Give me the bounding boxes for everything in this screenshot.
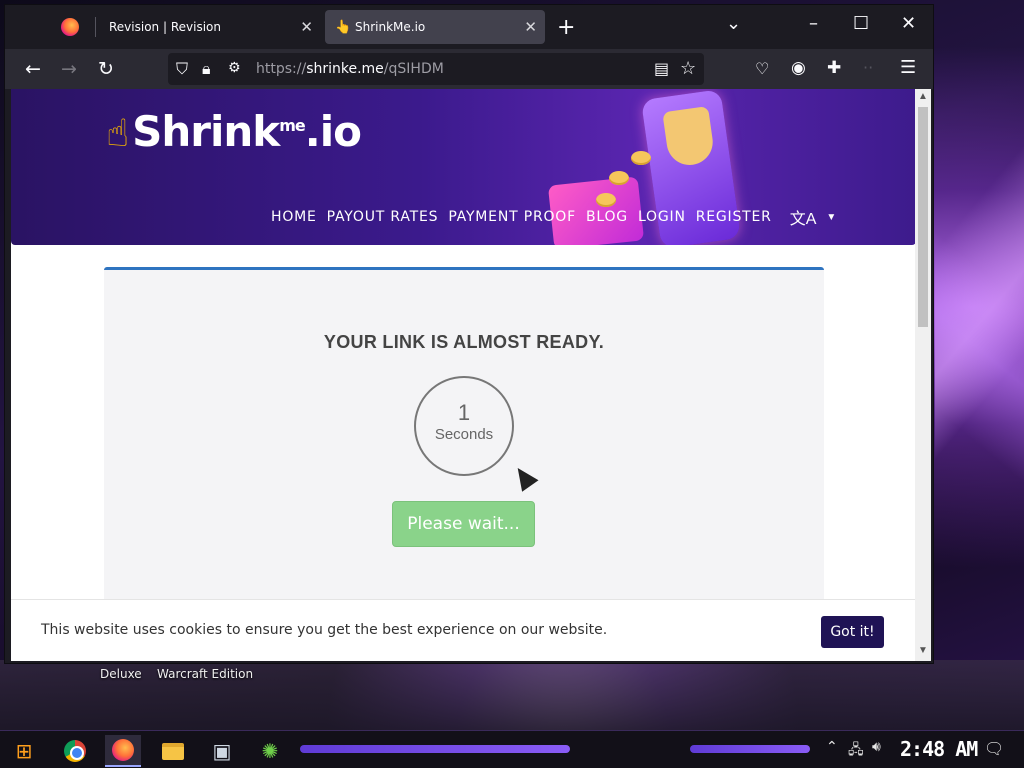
tab-revision[interactable]: Revision | Revision ✕ <box>97 10 321 44</box>
url-host: shrinke.me <box>306 61 384 77</box>
chevron-down-icon[interactable]: ▼ <box>826 212 836 223</box>
tray-expand-chevron-icon[interactable]: ⌃ <box>826 739 838 755</box>
desktop-label-warcraft-edition[interactable]: Warcraft Edition <box>157 667 253 681</box>
taskbar: ⊞ ▣ ✺ ⌃ 🖧︎ 🔊︎ 2:48 AM 🗨︎ <box>0 730 1024 768</box>
minimize-icon[interactable]: – <box>809 13 818 34</box>
coin-icon <box>609 171 629 185</box>
coin-icon <box>631 151 651 165</box>
page-viewport: ☝Shrinkme.io HOME PAYOUT RATES PAYMENT P… <box>11 89 921 661</box>
image-viewer-icon[interactable]: ▣ <box>204 735 240 767</box>
network-app-icon[interactable]: ✺ <box>252 735 288 767</box>
scrollbar-thumb[interactable] <box>918 107 928 327</box>
file-explorer-icon[interactable] <box>155 735 191 767</box>
close-tab-icon[interactable]: ✕ <box>300 18 313 36</box>
taskbar-decoration <box>690 745 810 753</box>
site-header: ☝Shrinkme.io HOME PAYOUT RATES PAYMENT P… <box>11 89 916 245</box>
close-window-icon[interactable]: ✕ <box>901 13 916 34</box>
nav-payment-proof[interactable]: PAYMENT PROOF <box>448 209 576 225</box>
logo-text: Shrink <box>132 107 280 156</box>
tab-title: Revision | Revision <box>109 20 221 34</box>
nav-register[interactable]: REGISTER <box>696 209 772 225</box>
taskbar-decoration <box>300 745 570 753</box>
cookie-accept-button[interactable]: Got it! <box>821 616 884 648</box>
site-nav: HOME PAYOUT RATES PAYMENT PROOF BLOG LOG… <box>271 205 836 229</box>
lock-icon[interactable]: 🔒︎ <box>202 61 211 77</box>
please-wait-button[interactable]: Please wait... <box>392 501 535 547</box>
nav-home[interactable]: HOME <box>271 209 317 225</box>
url-path: /qSIHDM <box>383 61 444 77</box>
chrome-logo <box>64 740 86 762</box>
page-scrollbar[interactable]: ▲ ▼ <box>915 89 931 661</box>
tab-list-chevron-icon[interactable]: ⌄ <box>726 13 741 34</box>
desktop-label-deluxe[interactable]: Deluxe <box>100 667 142 681</box>
language-translate-icon[interactable]: 文A <box>790 205 817 229</box>
pointing-hand-icon: ☝ <box>106 111 129 155</box>
countdown-timer: 1 Seconds <box>414 376 514 476</box>
link-ready-heading: YOUR LINK IS ALMOST READY. <box>323 332 605 352</box>
tab-bar: Revision | Revision ✕ 👆 ShrinkMe.io ✕ + … <box>5 5 933 49</box>
firefox-logo <box>112 739 134 761</box>
reload-icon[interactable]: ↻ <box>98 60 114 79</box>
url-text[interactable]: https://shrinke.me/qSIHDM <box>256 61 444 77</box>
account-icon[interactable]: ◉ <box>791 60 806 77</box>
firefox-menu-icon[interactable] <box>61 18 79 36</box>
countdown-value: 1 <box>457 400 471 425</box>
logo-suffix: .io <box>304 107 362 156</box>
notifications-icon[interactable]: 🗨︎ <box>984 739 1004 758</box>
folder-glyph <box>162 742 184 760</box>
pocket-icon[interactable]: ♡ <box>755 61 769 77</box>
navigation-toolbar: ← → ↻ ⛉ 🔒︎ ⚙ https://shrinke.me/qSIHDM ▤… <box>5 49 933 89</box>
nav-login[interactable]: LOGIN <box>638 209 686 225</box>
tab-title: ShrinkMe.io <box>355 20 426 34</box>
firefox-icon[interactable] <box>105 735 141 767</box>
countdown-unit: Seconds <box>434 426 494 443</box>
scroll-up-icon[interactable]: ▲ <box>918 91 928 102</box>
maximize-icon[interactable]: ☐ <box>853 13 869 34</box>
permissions-icon[interactable]: ⚙ <box>228 61 241 75</box>
scroll-down-icon[interactable]: ▼ <box>918 645 928 656</box>
cookie-message: This website uses cookies to ensure you … <box>41 622 608 638</box>
nav-blog[interactable]: BLOG <box>586 209 628 225</box>
nav-payout-rates[interactable]: PAYOUT RATES <box>327 209 439 225</box>
site-logo[interactable]: ☝Shrinkme.io <box>106 107 362 156</box>
reader-view-icon[interactable]: ▤ <box>654 61 669 77</box>
forward-icon[interactable]: → <box>61 60 77 79</box>
taskbar-clock[interactable]: 2:48 AM <box>900 737 978 761</box>
extensions-icon[interactable]: ✚ <box>827 60 841 77</box>
bookmark-star-icon[interactable]: ☆ <box>680 60 696 78</box>
shrinkme-favicon-icon: 👆 <box>335 20 352 35</box>
tab-shrinkme[interactable]: 👆 ShrinkMe.io ✕ <box>325 10 545 44</box>
logo-me: me <box>279 116 306 135</box>
browser-window: Revision | Revision ✕ 👆 ShrinkMe.io ✕ + … <box>4 4 934 664</box>
tracking-protection-shield-icon[interactable]: ⛉ <box>176 61 188 77</box>
cookie-banner: This website uses cookies to ensure you … <box>11 599 916 661</box>
back-icon[interactable]: ← <box>25 60 41 79</box>
network-status-icon[interactable]: 🖧︎ <box>848 739 864 763</box>
address-bar[interactable]: ⛉ 🔒︎ ⚙ https://shrinke.me/qSIHDM ▤ ☆ <box>168 53 704 85</box>
new-tab-icon[interactable]: + <box>557 15 575 40</box>
close-tab-icon[interactable]: ✕ <box>524 18 537 36</box>
overflow-icon[interactable]: ·· <box>863 60 873 76</box>
tab-separator <box>95 17 96 37</box>
url-scheme: https:// <box>256 61 307 77</box>
start-icon[interactable]: ⊞ <box>6 735 42 767</box>
hamburger-menu-icon[interactable]: ☰ <box>900 59 916 77</box>
chrome-icon[interactable] <box>57 735 93 767</box>
volume-icon[interactable]: 🔊︎ <box>872 739 881 755</box>
